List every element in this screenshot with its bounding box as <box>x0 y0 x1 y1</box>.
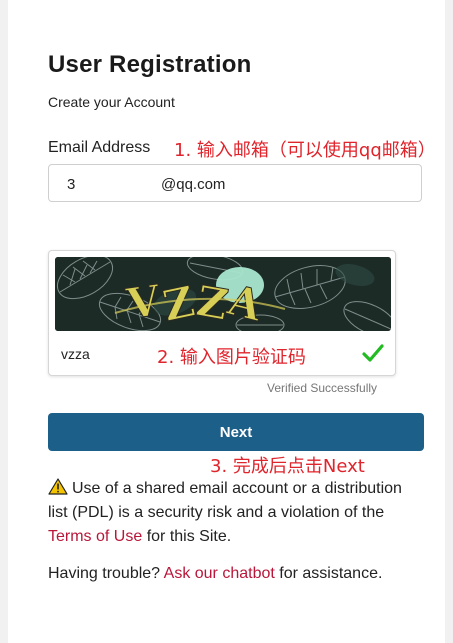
shared-email-warning: Use of a shared email account or a distr… <box>48 477 408 549</box>
captcha-image[interactable]: V Z Z A <box>55 257 391 331</box>
captcha-input[interactable]: vzza <box>61 346 90 362</box>
help-text: Having trouble? Ask our chatbot for assi… <box>48 565 382 583</box>
annotation-step-2: 2. 输入图片验证码 <box>157 347 306 368</box>
warning-text-end: for this Site. <box>142 528 232 545</box>
terms-of-use-link[interactable]: Terms of Use <box>48 528 142 545</box>
warning-text: Use of a shared email account or a distr… <box>48 480 402 521</box>
chatbot-link[interactable]: Ask our chatbot <box>164 565 275 582</box>
annotation-step-1: 1. 输入邮箱（可以使用qq邮箱） <box>174 140 436 161</box>
help-text-start: Having trouble? <box>48 565 164 582</box>
page-title: User Registration <box>48 51 252 78</box>
email-field[interactable]: 3 @qq.com <box>48 164 422 202</box>
check-icon <box>362 344 384 362</box>
captcha-picture: V Z Z A <box>55 257 391 331</box>
captcha-widget: V Z Z A vzza 2. 输入图片验证码 <box>48 250 396 376</box>
page-subtitle: Create your Account <box>48 94 175 110</box>
email-field-suffix: @qq.com <box>161 176 226 193</box>
annotation-step-3: 3. 完成后点击Next <box>210 456 365 477</box>
email-label: Email Address <box>48 139 151 156</box>
help-text-end: for assistance. <box>274 565 383 582</box>
registration-card: User Registration Create your Account Em… <box>8 0 445 643</box>
next-button[interactable]: Next <box>48 413 424 451</box>
warning-icon <box>48 478 68 495</box>
captcha-status: Verified Successfully <box>267 381 378 395</box>
email-field-value: 3 <box>67 176 76 193</box>
